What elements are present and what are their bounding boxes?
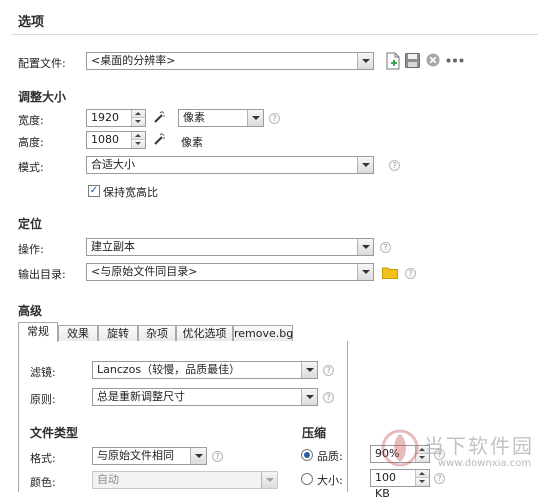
format-select[interactable]: 与原始文件相同 bbox=[92, 447, 207, 465]
delete-icon[interactable] bbox=[426, 53, 440, 67]
size-stepper[interactable]: 100 KB bbox=[370, 469, 430, 500]
page-title: 选项 bbox=[18, 15, 45, 30]
mode-select-value: 合适大小 bbox=[91, 158, 135, 171]
width-stepper[interactable]: 1920 bbox=[86, 109, 146, 127]
action-select-value: 建立副本 bbox=[91, 240, 135, 253]
height-unit-text: 像素 bbox=[181, 136, 203, 149]
keep-ratio-checkbox[interactable]: ✓ bbox=[88, 185, 100, 197]
chevron-down-icon bbox=[357, 264, 373, 280]
height-down-button[interactable] bbox=[132, 140, 145, 148]
mode-label: 模式: bbox=[18, 161, 44, 174]
magic-wand-icon[interactable] bbox=[152, 110, 166, 124]
profile-select[interactable]: <桌面的分辨率> bbox=[86, 52, 374, 70]
save-icon[interactable] bbox=[405, 53, 420, 68]
tab-optimize[interactable]: 优化选项 bbox=[176, 325, 233, 342]
format-select-value: 与原始文件相同 bbox=[97, 449, 174, 462]
quality-label: 品质: bbox=[317, 450, 343, 463]
more-icon[interactable] bbox=[446, 58, 464, 63]
chevron-down-icon bbox=[357, 157, 373, 173]
chevron-down-icon bbox=[247, 110, 263, 126]
help-icon[interactable]: ? bbox=[269, 113, 280, 124]
size-up-button[interactable] bbox=[416, 470, 429, 478]
size-label: 大小: bbox=[317, 474, 343, 487]
folder-icon[interactable] bbox=[382, 266, 398, 279]
chevron-down-icon bbox=[357, 53, 373, 69]
size-down-button[interactable] bbox=[416, 478, 429, 486]
watermark-logo-icon bbox=[381, 429, 419, 467]
mode-select[interactable]: 合适大小 bbox=[86, 156, 374, 174]
new-file-icon[interactable] bbox=[386, 52, 400, 70]
color-select[interactable]: 自动 bbox=[92, 471, 278, 489]
width-up-button[interactable] bbox=[132, 110, 145, 118]
rule-select-value: 总是重新调整尺寸 bbox=[97, 390, 185, 403]
chevron-down-icon bbox=[301, 389, 317, 405]
size-radio[interactable] bbox=[301, 473, 313, 485]
tab-rotate[interactable]: 旋转 bbox=[98, 325, 138, 342]
height-stepper[interactable]: 1080 bbox=[86, 131, 146, 149]
height-up-button[interactable] bbox=[132, 132, 145, 140]
help-icon[interactable]: ? bbox=[405, 268, 416, 279]
quality-radio[interactable] bbox=[301, 449, 313, 461]
color-label: 颜色: bbox=[30, 476, 56, 489]
output-select-value: <与原始文件同目录> bbox=[91, 265, 198, 278]
profile-label: 配置文件: bbox=[18, 57, 66, 70]
filter-select[interactable]: Lanczos（较慢，品质最佳） bbox=[92, 361, 318, 379]
format-label: 格式: bbox=[30, 452, 56, 465]
help-icon[interactable]: ? bbox=[323, 365, 334, 376]
keep-ratio-label: 保持宽高比 bbox=[103, 186, 158, 199]
magic-wand-icon[interactable] bbox=[152, 132, 166, 146]
watermark-name: 当下软件园 bbox=[424, 434, 534, 458]
width-down-button[interactable] bbox=[132, 118, 145, 126]
tab-removebg[interactable]: remove.bg bbox=[233, 325, 293, 342]
help-icon[interactable]: ? bbox=[380, 242, 391, 253]
compress-heading: 压缩 bbox=[302, 426, 327, 440]
chevron-down-icon bbox=[357, 239, 373, 255]
watermark-url: www.downxia.com bbox=[438, 458, 532, 469]
color-select-value: 自动 bbox=[97, 473, 119, 486]
width-value: 1920 bbox=[91, 111, 119, 124]
help-icon[interactable]: ? bbox=[323, 392, 334, 403]
output-label: 输出目录: bbox=[18, 268, 66, 281]
action-label: 操作: bbox=[18, 243, 44, 256]
output-select[interactable]: <与原始文件同目录> bbox=[86, 263, 374, 281]
help-icon[interactable]: ? bbox=[389, 160, 400, 171]
tab-general[interactable]: 常规 bbox=[18, 322, 58, 342]
chevron-down-icon bbox=[190, 448, 206, 464]
unit-select-value: 像素 bbox=[183, 111, 205, 124]
size-value: 100 KB bbox=[375, 471, 396, 500]
resize-heading: 调整大小 bbox=[18, 90, 67, 104]
action-select[interactable]: 建立副本 bbox=[86, 238, 374, 256]
title-divider bbox=[12, 34, 538, 35]
height-label: 高度: bbox=[18, 136, 44, 149]
advanced-heading: 高级 bbox=[18, 304, 43, 318]
filter-label: 滤镜: bbox=[30, 366, 56, 379]
help-icon[interactable]: ? bbox=[434, 473, 445, 484]
unit-select[interactable]: 像素 bbox=[178, 109, 264, 127]
help-icon[interactable]: ? bbox=[212, 451, 223, 462]
chevron-down-icon bbox=[301, 362, 317, 378]
tab-misc[interactable]: 杂项 bbox=[138, 325, 176, 342]
height-value: 1080 bbox=[91, 133, 119, 146]
profile-select-value: <桌面的分辨率> bbox=[91, 54, 176, 67]
rule-label: 原则: bbox=[30, 393, 56, 406]
filetype-heading: 文件类型 bbox=[30, 426, 79, 440]
chevron-down-icon bbox=[261, 472, 277, 488]
width-label: 宽度: bbox=[18, 114, 44, 127]
rule-select[interactable]: 总是重新调整尺寸 bbox=[92, 388, 318, 406]
tab-effects[interactable]: 效果 bbox=[58, 325, 98, 342]
filter-select-value: Lanczos（较慢，品质最佳） bbox=[97, 363, 241, 376]
position-heading: 定位 bbox=[18, 217, 43, 231]
